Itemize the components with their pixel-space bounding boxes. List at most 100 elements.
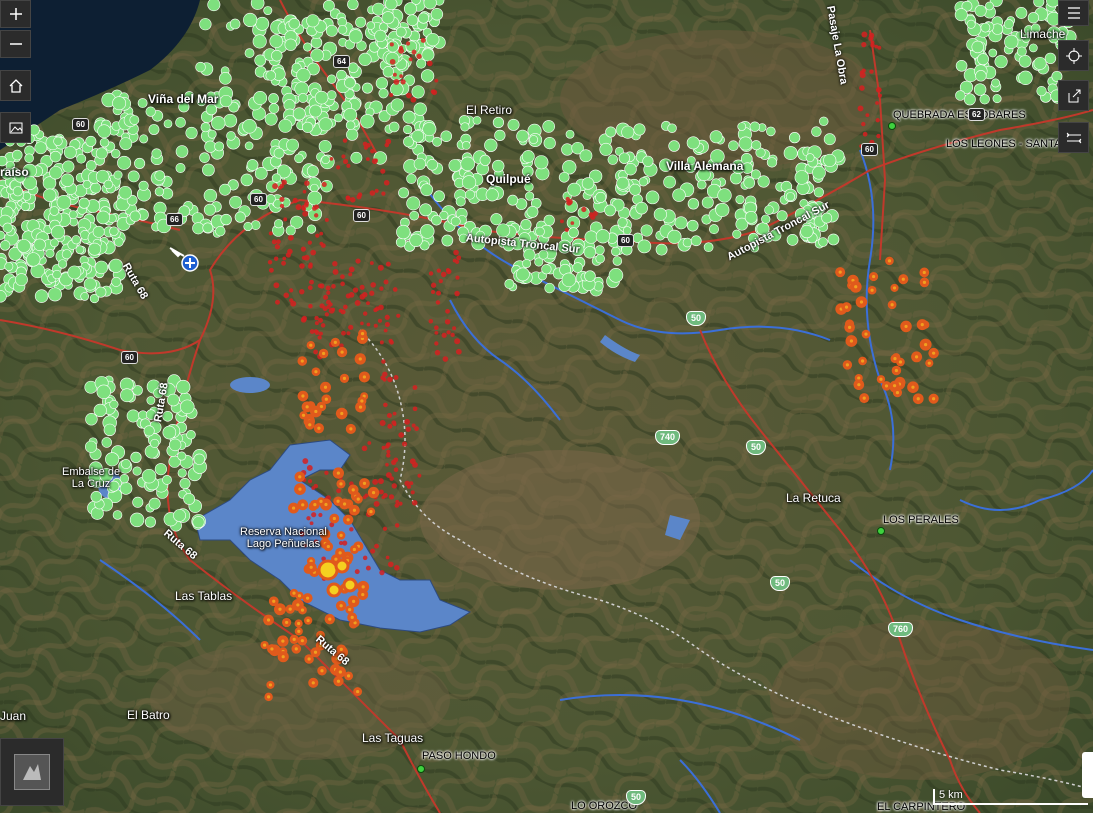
- fire-dot: [455, 275, 460, 280]
- urban-marker: [119, 473, 130, 484]
- fire-dot: [395, 499, 400, 504]
- poi-label-locrozco[interactable]: LO OROZCO: [571, 800, 637, 812]
- urban-marker: [420, 224, 435, 239]
- fire-dot: [394, 503, 400, 508]
- urban-marker: [821, 212, 833, 224]
- fire-dot: [372, 479, 379, 485]
- urban-marker: [611, 246, 621, 257]
- share-button[interactable]: [1058, 80, 1089, 111]
- fire-dot: [342, 138, 348, 143]
- urban-marker: [202, 222, 213, 234]
- locate-button[interactable]: [1058, 40, 1089, 71]
- fire-dot: [378, 489, 384, 495]
- urban-marker: [744, 211, 758, 224]
- poi-label-losperales[interactable]: LOS PERALES: [883, 514, 959, 526]
- urban-marker: [991, 78, 1001, 88]
- urban-marker: [594, 245, 605, 256]
- fire-dot: [440, 271, 447, 278]
- fire-dot: [307, 479, 313, 484]
- fire-dot: [307, 240, 312, 245]
- urban-marker: [635, 201, 648, 215]
- hotspot-core: [932, 397, 936, 401]
- urban-marker: [50, 238, 59, 248]
- urban-marker: [490, 213, 503, 226]
- urban-marker: [417, 12, 430, 24]
- urban-marker: [988, 48, 998, 58]
- urban-marker: [146, 396, 156, 405]
- fire-dot: [287, 234, 294, 241]
- poi-marker[interactable]: [888, 122, 896, 130]
- hotspot-core: [340, 350, 344, 354]
- urban-marker: [361, 82, 373, 94]
- side-panel-handle[interactable]: [1082, 752, 1093, 798]
- urban-marker: [112, 510, 123, 520]
- fire-dot: [868, 35, 874, 41]
- basemap-gallery-button[interactable]: [0, 738, 64, 806]
- urban-marker: [120, 388, 134, 403]
- urban-marker: [955, 60, 968, 72]
- urban-marker: [200, 122, 211, 133]
- hotspot-core: [301, 503, 305, 507]
- urban-marker: [757, 175, 770, 188]
- urban-marker: [653, 207, 667, 221]
- urban-marker: [431, 214, 442, 226]
- fire-dot: [398, 47, 405, 54]
- fire-dot: [299, 263, 305, 269]
- fire-dot: [386, 413, 392, 419]
- poi-label-pasohondo[interactable]: PASO HONDO: [422, 750, 496, 762]
- urban-marker: [175, 163, 186, 173]
- urban-marker: [567, 182, 582, 197]
- home-icon: [9, 78, 22, 93]
- urban-marker: [192, 516, 205, 529]
- hotspot-core: [296, 603, 300, 607]
- urban-marker: [129, 115, 140, 125]
- fire-dot: [309, 279, 314, 285]
- urban-marker: [1015, 7, 1028, 19]
- zoom-out-button[interactable]: [0, 30, 31, 58]
- urban-marker: [975, 70, 987, 82]
- fire-dot: [370, 548, 376, 554]
- scale-bar: 5 km: [933, 789, 1088, 805]
- fire-dot: [385, 555, 390, 560]
- urban-marker: [175, 145, 189, 158]
- poi-marker[interactable]: [877, 527, 885, 535]
- urban-marker: [599, 142, 613, 156]
- zoom-in-button[interactable]: [0, 0, 31, 28]
- fire-dot: [273, 256, 279, 261]
- hotspot-core: [321, 351, 326, 356]
- poi-marker[interactable]: [417, 765, 425, 773]
- hotspot-core: [360, 399, 364, 403]
- route-shield-s60d: 60: [617, 234, 634, 247]
- home-button[interactable]: [0, 70, 31, 101]
- urban-marker: [303, 42, 312, 52]
- urban-marker: [1044, 52, 1057, 65]
- fire-dot: [273, 282, 280, 289]
- hotspot-core: [339, 482, 343, 486]
- fire-dot: [317, 283, 323, 289]
- urban-marker: [811, 126, 822, 137]
- fire-dot: [410, 96, 417, 103]
- urban-marker: [244, 48, 255, 58]
- fire-dot: [411, 499, 418, 506]
- hotspot-core: [356, 497, 360, 501]
- urban-marker: [402, 110, 416, 124]
- fire-dot: [438, 279, 443, 284]
- urban-marker: [278, 118, 293, 133]
- menu-button[interactable]: [1058, 0, 1089, 26]
- poi-label-losleones[interactable]: LOS LEONES - SANTA: [946, 138, 1061, 150]
- urban-marker: [111, 149, 121, 159]
- basemap-toggle-button[interactable]: [0, 112, 31, 143]
- urban-marker: [346, 128, 359, 141]
- fire-dot: [340, 274, 345, 280]
- fire-dot: [409, 481, 414, 486]
- urban-marker: [535, 226, 545, 237]
- urban-marker: [33, 238, 46, 251]
- fire-dot: [399, 74, 403, 78]
- urban-marker: [520, 219, 532, 231]
- urban-marker: [192, 222, 205, 235]
- urban-marker: [432, 136, 442, 147]
- measure-button[interactable]: [1058, 122, 1089, 153]
- poi-label-quebrada[interactable]: QUEBRADA ESCOBARES: [893, 109, 1026, 121]
- fire-dot: [875, 101, 879, 105]
- urban-marker: [640, 224, 653, 237]
